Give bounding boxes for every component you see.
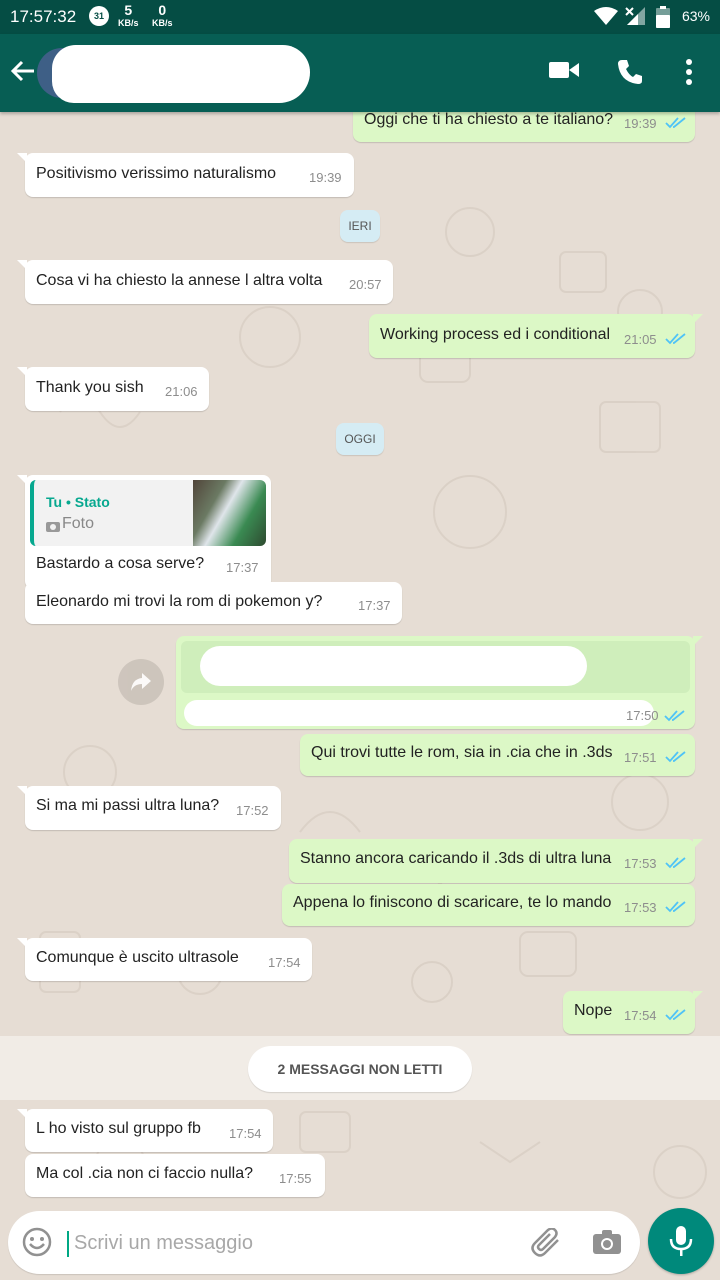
quoted-author: Tu • Stato bbox=[46, 494, 110, 510]
link-preview-redacted bbox=[200, 646, 587, 686]
compose-bar: Scrivi un messaggio bbox=[0, 1204, 720, 1280]
message-bubble-incoming[interactable]: Thank you sish 21:06 bbox=[17, 367, 209, 411]
attach-paperclip-icon[interactable] bbox=[530, 1228, 564, 1258]
calendar-notification-icon: 31 bbox=[89, 6, 109, 26]
upload-speed: 5 KB/s bbox=[118, 2, 139, 30]
contact-name-redacted[interactable] bbox=[52, 45, 310, 103]
forward-button[interactable] bbox=[118, 659, 164, 705]
status-bar: 17:57:32 31 5 KB/s 0 KB/s 63% bbox=[0, 0, 720, 34]
message-input[interactable]: Scrivi un messaggio bbox=[8, 1211, 640, 1274]
wifi-icon bbox=[594, 7, 618, 25]
upload-speed-unit: KB/s bbox=[118, 18, 139, 28]
emoji-icon[interactable] bbox=[22, 1227, 52, 1257]
forward-arrow-icon bbox=[131, 673, 151, 691]
message-time: 17:37 bbox=[226, 560, 259, 575]
read-ticks-icon bbox=[665, 857, 686, 869]
date-divider: OGGI bbox=[336, 423, 384, 455]
read-ticks-icon bbox=[665, 1009, 686, 1021]
status-time: 17:57:32 bbox=[10, 7, 77, 26]
message-text: Cosa vi ha chiesto la annese l altra vol… bbox=[36, 272, 323, 289]
message-text-redacted bbox=[184, 700, 654, 726]
message-time: 17:51 bbox=[624, 750, 657, 765]
message-time: 19:39 bbox=[309, 170, 342, 185]
message-bubble-incoming[interactable]: Positivismo verissimo naturalismo 19:39 bbox=[17, 153, 354, 197]
message-bubble-incoming[interactable]: Cosa vi ha chiesto la annese l altra vol… bbox=[17, 260, 393, 304]
back-arrow-icon[interactable] bbox=[10, 58, 36, 84]
chat-header bbox=[0, 34, 720, 112]
message-text: Eleonardo mi trovi la rom di pokemon y? bbox=[36, 593, 323, 610]
signal-icon bbox=[625, 7, 645, 25]
upload-speed-value: 5 bbox=[124, 2, 133, 18]
message-bubble-outgoing[interactable]: Stanno ancora caricando il .3ds di ultra… bbox=[289, 839, 703, 883]
video-camera-icon[interactable] bbox=[549, 58, 579, 82]
quoted-status[interactable]: Tu • Stato Foto bbox=[30, 480, 266, 546]
read-ticks-icon bbox=[665, 117, 686, 129]
message-time: 21:06 bbox=[165, 384, 198, 399]
message-bubble-incoming[interactable]: L ho visto sul gruppo fb 17:54 bbox=[17, 1109, 273, 1152]
message-text: Positivismo verissimo naturalismo bbox=[36, 165, 277, 182]
download-speed: 0 KB/s bbox=[152, 2, 173, 30]
message-text: Appena lo finiscono di scaricare, te lo … bbox=[293, 894, 612, 911]
phone-icon[interactable] bbox=[616, 58, 644, 86]
message-text: Nope bbox=[574, 1002, 613, 1019]
message-time: 19:39 bbox=[624, 116, 657, 131]
read-ticks-icon bbox=[665, 901, 686, 913]
message-bubble-outgoing[interactable]: Oggi che ti ha chiesto a te italiano? 19… bbox=[353, 112, 695, 142]
message-text: Si ma mi passi ultra luna? bbox=[36, 797, 220, 814]
download-speed-value: 0 bbox=[158, 2, 167, 18]
more-vert-icon[interactable] bbox=[684, 58, 694, 86]
message-bubble-outgoing[interactable]: Working process ed i conditional 21:05 bbox=[369, 314, 703, 358]
message-bubble-outgoing[interactable]: Nope 17:54 bbox=[563, 991, 703, 1034]
message-time: 20:57 bbox=[349, 277, 382, 292]
message-bubble-outgoing[interactable]: Appena lo finiscono di scaricare, te lo … bbox=[282, 884, 695, 926]
battery-level: 63% bbox=[681, 8, 710, 24]
download-speed-unit: KB/s bbox=[152, 18, 173, 28]
read-ticks-icon bbox=[664, 710, 685, 722]
battery-icon bbox=[656, 6, 670, 28]
message-input-placeholder: Scrivi un messaggio bbox=[74, 1232, 253, 1254]
message-bubble-incoming[interactable]: Si ma mi passi ultra luna? 17:52 bbox=[17, 786, 281, 830]
chat-area[interactable]: Oggi che ti ha chiesto a te italiano? 19… bbox=[0, 112, 720, 1204]
message-text: Comunque è uscito ultrasole bbox=[36, 949, 239, 966]
message-text: L ho visto sul gruppo fb bbox=[36, 1120, 201, 1137]
message-time: 17:37 bbox=[358, 598, 391, 613]
message-bubble-incoming[interactable]: Eleonardo mi trovi la rom di pokemon y? … bbox=[25, 582, 402, 624]
message-text: Qui trovi tutte le rom, sia in .cia che … bbox=[311, 744, 613, 761]
microphone-icon bbox=[669, 1226, 693, 1256]
photo-camera-icon bbox=[46, 522, 60, 532]
message-bubble-outgoing-link[interactable]: 17:50 bbox=[176, 636, 703, 729]
message-time: 17:50 bbox=[626, 708, 659, 723]
date-divider: IERI bbox=[340, 210, 380, 242]
message-time: 17:52 bbox=[236, 803, 269, 818]
message-bubble-incoming[interactable]: Ma col .cia non ci faccio nulla? 17:55 bbox=[25, 1154, 325, 1197]
read-ticks-icon bbox=[665, 333, 686, 345]
voice-message-button[interactable] bbox=[648, 1208, 714, 1274]
message-time: 17:54 bbox=[268, 955, 301, 970]
camera-icon[interactable] bbox=[592, 1229, 622, 1255]
unread-messages-banner: 2 MESSAGGI NON LETTI bbox=[248, 1046, 472, 1092]
message-bubble-incoming-reply[interactable]: Tu • Stato Foto Bastardo a cosa serve? 1… bbox=[17, 475, 271, 589]
message-text: Oggi che ti ha chiesto a te italiano? bbox=[364, 112, 614, 128]
message-time: 21:05 bbox=[624, 332, 657, 347]
read-ticks-icon bbox=[665, 751, 686, 763]
message-time: 17:54 bbox=[624, 1008, 657, 1023]
message-time: 17:53 bbox=[624, 900, 657, 915]
message-text: Bastardo a cosa serve? bbox=[36, 555, 205, 572]
message-text: Ma col .cia non ci faccio nulla? bbox=[36, 1165, 253, 1182]
message-text: Stanno ancora caricando il .3ds di ultra… bbox=[300, 850, 612, 867]
message-text: Working process ed i conditional bbox=[380, 326, 611, 343]
message-time: 17:54 bbox=[229, 1126, 262, 1141]
quoted-type: Foto bbox=[62, 515, 95, 532]
message-bubble-outgoing[interactable]: Qui trovi tutte le rom, sia in .cia che … bbox=[300, 734, 695, 776]
quoted-photo-thumbnail bbox=[193, 480, 266, 546]
message-time: 17:53 bbox=[624, 856, 657, 871]
text-caret bbox=[67, 1231, 69, 1257]
message-bubble-incoming[interactable]: Comunque è uscito ultrasole 17:54 bbox=[17, 938, 312, 981]
message-time: 17:55 bbox=[279, 1171, 312, 1186]
message-text: Thank you sish bbox=[36, 379, 144, 396]
